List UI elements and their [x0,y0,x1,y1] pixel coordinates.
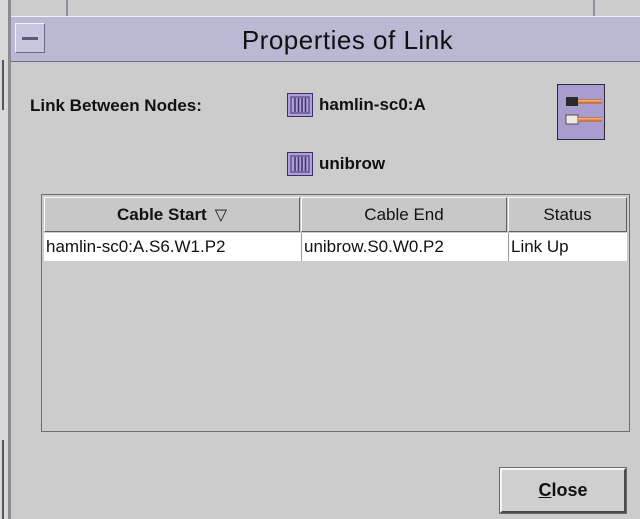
desktop-edge-line [2,60,4,110]
cable-icon [557,84,605,140]
window-menu-icon [22,37,38,40]
node-icon [287,93,313,117]
cell-cable-end: unibrow.S0.W0.P2 [301,233,508,261]
title-bar[interactable]: Properties of Link [11,16,640,62]
cable-table: Cable Start ▽ Cable End Status hamlin-sc… [41,194,630,432]
column-header-cable-end[interactable]: Cable End [301,197,507,232]
node-a: hamlin-sc0:A [287,93,426,117]
column-header-status[interactable]: Status [508,197,627,232]
column-header-label: Cable Start [116,204,207,224]
table-row[interactable]: hamlin-sc0:A.S6.W1.P2 unibrow.S0.W0.P2 L… [44,233,627,261]
node-b-label: unibrow [319,154,386,173]
close-mnemonic: C [538,480,552,500]
desktop-edge [0,0,9,519]
cell-status: Link Up [508,233,627,261]
close-button[interactable]: Close [499,467,627,514]
node-icon [287,152,313,176]
border-tick [66,0,68,16]
window-menu-button[interactable] [15,23,45,53]
column-header-label: Cable End [364,204,444,224]
column-header-cable-start[interactable]: Cable Start ▽ [44,197,300,232]
window-title: Properties of Link [241,25,454,55]
close-label: lose [551,480,588,500]
desktop-edge-line [2,440,4,519]
link-between-nodes-label: Link Between Nodes: [30,96,202,115]
node-b: unibrow [287,152,385,176]
node-a-label: hamlin-sc0:A [319,95,426,114]
column-header-label: Status [543,204,592,224]
window-top-border [11,0,640,16]
border-tick [593,0,595,16]
sort-descending-icon: ▽ [214,206,228,224]
cell-cable-start: hamlin-sc0:A.S6.W1.P2 [46,237,226,256]
